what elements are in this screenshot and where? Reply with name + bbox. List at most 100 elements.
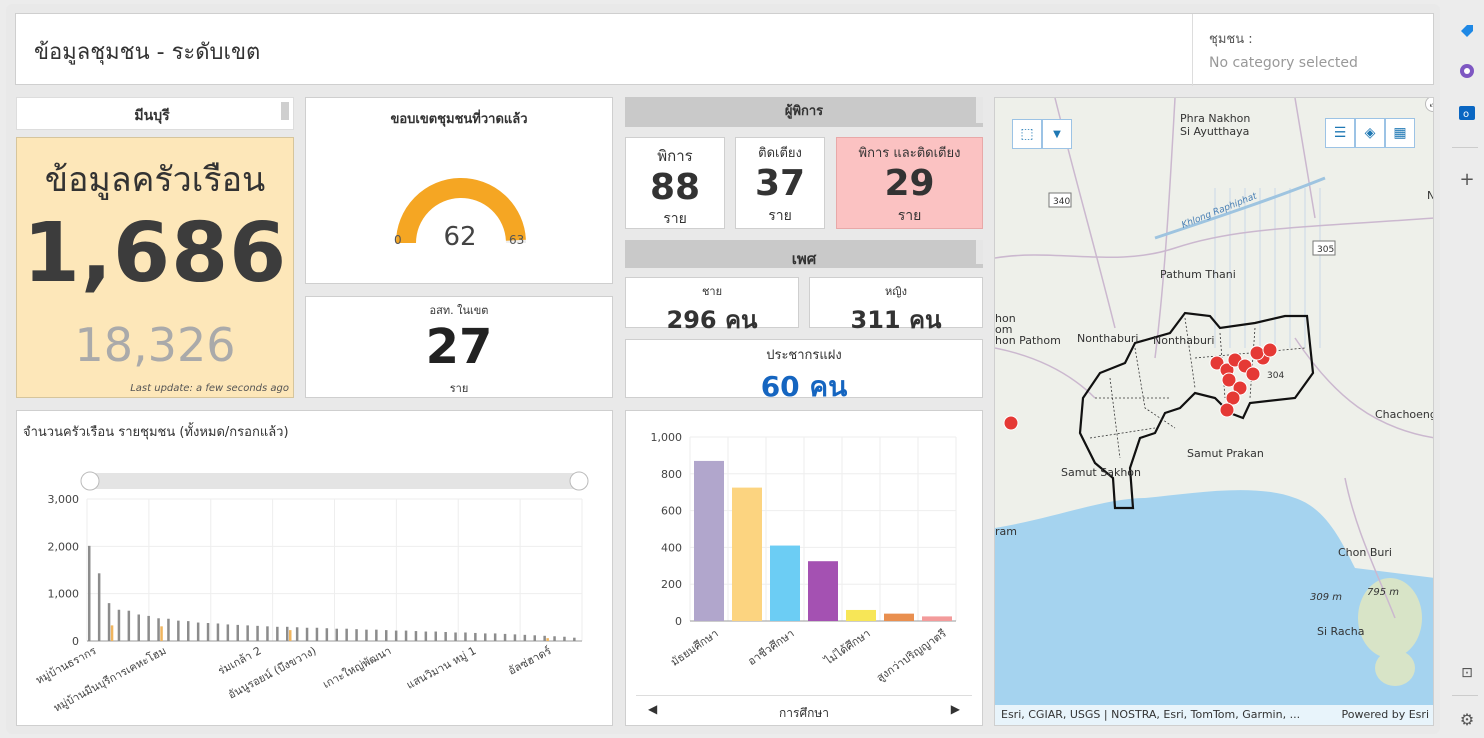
disabled-header-label: ผู้พิการ [784,104,824,119]
osm-value: 27 [425,319,493,375]
map-road-label: 304 [1267,371,1284,381]
bar [732,487,762,621]
stat-unit: ราย [897,208,922,224]
bar [365,629,368,641]
district-name: มีนบุรี [134,108,170,124]
map-peak-label: 795 m [1367,587,1399,598]
education-xlabel: การศึกษา [779,706,829,720]
gender-header: เพศ [625,240,983,268]
bar [325,628,329,641]
select-icon: ⬚ [1020,126,1034,142]
bar [375,629,378,641]
bar [127,610,131,641]
tag-icon[interactable] [1458,22,1476,40]
layers-icon: ◈ [1364,125,1376,141]
select-tool-button[interactable]: ⬚ [1012,119,1042,149]
stat-unit: ราย [768,208,792,224]
svg-text:o: o [1463,109,1469,120]
map-road-label: 305 [1317,245,1334,255]
bar [246,625,249,641]
y-tick-label: 600 [661,505,682,518]
education-bar-chart: 0 200 400 600 800 1,000 มัธยมศึกษา อาชีวศึกษา ไม… [651,431,957,685]
last-update: Last update: a few seconds ago [130,383,289,394]
x-tick-label: หมู่บ้านธรากร [34,644,99,687]
scrollbar[interactable] [976,240,983,264]
bar [147,615,150,641]
map-attribution-bar: Esri, CGIAR, USGS | NOSTRA, Esri, TomTom… [995,705,1433,725]
map-road-label: 340 [1053,197,1070,207]
map-panel[interactable]: Phra Nakhon Si Ayutthaya Pathum Thani No… [994,97,1434,726]
community-selector-value[interactable]: No category selected [1209,55,1434,71]
scrollbar[interactable] [976,97,983,123]
bar [414,631,418,641]
scroll-right-icon[interactable]: ▶ [951,702,960,716]
y-tick-label: 0 [72,635,79,648]
outlook-icon[interactable]: o [1458,104,1476,122]
scrollbar[interactable] [281,102,289,120]
bar [305,627,309,641]
bar [694,460,724,621]
map-place-label: Samut Sakhon [1061,466,1141,479]
stat-hidden-pop: ประชากรแฝง 60 คน [625,339,983,403]
bar [385,630,388,641]
map-place-label: om [995,323,1012,336]
hidden-pop-value: 60 คน [760,370,848,403]
bar [117,609,121,641]
range-slider-handle[interactable] [80,471,100,491]
female-label: หญิง [885,285,907,298]
disabled-header: ผู้พิการ [625,97,983,127]
y-tick-label: 400 [661,541,682,554]
settings-icon[interactable]: ⚙ [1458,710,1476,729]
bar [335,628,338,641]
basemap-button[interactable]: ▦ [1385,118,1415,148]
female-value: 311 คน [850,306,942,334]
powered-by[interactable]: Powered by Esri [1341,708,1429,721]
map-place-label: Chon Buri [1338,546,1392,559]
bar [523,634,527,641]
legend-button[interactable]: ☰ [1325,118,1355,148]
x-tick-label: ไม่ได้ศึกษา [821,627,872,668]
map-peak-label: 309 m [1310,592,1342,603]
range-slider-handle[interactable] [569,471,589,491]
bar [256,625,259,641]
bar [464,632,467,641]
range-slider-track[interactable] [87,473,582,489]
bar [533,635,536,641]
bar [276,626,279,641]
bar [808,561,838,621]
y-tick-label: 3,000 [48,493,80,506]
bar [97,573,101,641]
map-attribution[interactable]: Esri, CGIAR, USGS | NOSTRA, Esri, TomTom… [1001,708,1300,721]
bar [216,623,220,641]
x-tick-label: เกาะใหญ่พัฒนา [321,644,394,691]
stat-value: 29 [884,163,935,204]
map-place-label: N [1427,189,1434,202]
bar [137,614,140,641]
layers-button[interactable]: ◈ [1355,118,1385,148]
map-place-label: Phra Nakhon [1180,112,1250,125]
household-title: ข้อมูลครัวเรือน [44,160,266,200]
community-selector[interactable]: ชุมชน : No category selected [1192,14,1450,86]
x-tick-label: สูงกว่าปริญญาตรี [874,627,949,685]
bar [295,627,299,641]
bar [553,636,556,641]
screenshot-icon[interactable]: ⊡ [1458,664,1476,682]
page-title: ข้อมูลชุมชน - ระดับเขต [34,40,261,65]
y-tick-label: 200 [661,578,682,591]
y-tick-label: 1,000 [651,431,683,444]
map-canvas[interactable]: Phra Nakhon Si Ayutthaya Pathum Thani No… [995,98,1434,726]
bar [206,623,210,641]
office-icon[interactable] [1458,62,1476,80]
bar [546,638,549,641]
bar [454,632,457,641]
map-place-label: Samut Prakan [1187,447,1264,460]
household-count: 1,686 [22,206,288,301]
add-icon[interactable]: + [1458,169,1476,190]
select-dropdown-button[interactable]: ▼ [1042,119,1072,149]
map-place-label: Pathum Thani [1160,268,1236,281]
district-panel: มีนบุรี [16,97,294,130]
bar [434,631,437,641]
education-chart-card: 0 200 400 600 800 1,000 มัธยมศึกษา อาชีวศึกษา ไม… [625,410,983,726]
stat-bedridden: ติดเตียง 37 ราย [735,137,825,229]
bar [884,613,914,621]
